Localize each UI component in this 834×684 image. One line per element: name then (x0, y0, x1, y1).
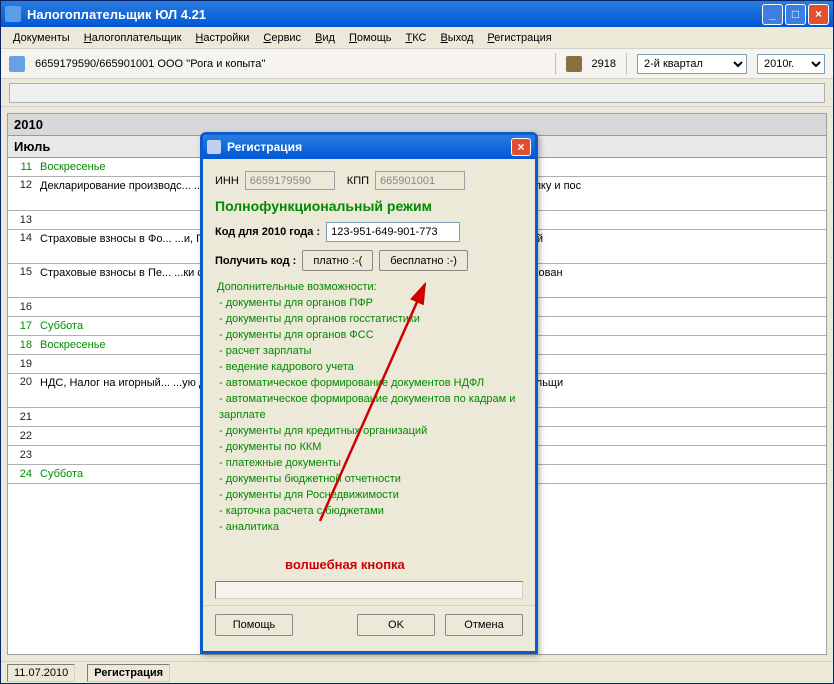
day-number: 17 (8, 320, 36, 332)
day-number: 11 (8, 161, 36, 173)
kpp-label: КПП (347, 175, 369, 187)
menu-item-3[interactable]: Сервис (257, 30, 307, 46)
statusbar: 11.07.2010 Регистрация (1, 661, 833, 683)
dialog-close-button[interactable]: × (511, 138, 531, 156)
feature-item: - автоматическое формирование документов… (217, 391, 523, 423)
feature-item: - документы бюджетной отчетности (217, 471, 523, 487)
features-header: Дополнительные возможности: (215, 279, 523, 295)
ifns-code: 2918 (592, 58, 616, 70)
info-bar (215, 581, 523, 599)
app-icon (5, 6, 21, 22)
toolbar: 6659179590/665901001 ООО ''Рога и копыта… (1, 49, 833, 79)
status-date: 11.07.2010 (7, 664, 75, 682)
dialog-footer: Помощь OK Отмена (203, 605, 535, 651)
feature-item: - ведение кадрового учета (217, 359, 523, 375)
org-text: 6659179590/665901001 ООО ''Рога и копыта… (35, 58, 545, 70)
user-icon (9, 56, 25, 72)
feature-item: - платежные документы (217, 455, 523, 471)
quarter-select[interactable]: 2-й квартал (637, 54, 747, 74)
search-input[interactable] (9, 83, 825, 103)
menu-item-0[interactable]: Документы (7, 30, 76, 46)
ok-button[interactable]: OK (357, 614, 435, 636)
feature-item: - документы для кредитных организаций (217, 423, 523, 439)
cancel-button[interactable]: Отмена (445, 614, 523, 636)
kpp-field (375, 171, 465, 190)
menubar: ДокументыНалогоплательщикНастройкиСервис… (1, 27, 833, 49)
menu-item-4[interactable]: Вид (309, 30, 341, 46)
status-mode: Регистрация (87, 664, 170, 682)
menu-item-6[interactable]: ТКС (399, 30, 432, 46)
features-list: Дополнительные возможности: - документы … (215, 279, 523, 535)
free-button[interactable]: бесплатно :-) (379, 250, 468, 271)
feature-item: - документы для Роснедвижимости (217, 487, 523, 503)
day-number: 15 (8, 266, 36, 278)
day-number: 22 (8, 430, 36, 442)
day-number: 18 (8, 339, 36, 351)
menu-item-7[interactable]: Выход (434, 30, 479, 46)
day-number: 16 (8, 301, 36, 313)
day-number: 24 (8, 468, 36, 480)
window-title: Налогоплательщик ЮЛ 4.21 (27, 7, 762, 22)
menu-item-5[interactable]: Помощь (343, 30, 398, 46)
feature-item: - расчет зарплаты (217, 343, 523, 359)
get-code-label: Получить код : (215, 255, 296, 267)
dialog-title: Регистрация (227, 140, 511, 154)
search-row (1, 79, 833, 107)
feature-item: - аналитика (217, 519, 523, 535)
day-number: 21 (8, 411, 36, 423)
menu-item-8[interactable]: Регистрация (481, 30, 557, 46)
dialog-titlebar: Регистрация × (203, 135, 535, 159)
separator (626, 53, 627, 75)
separator (555, 53, 556, 75)
inn-field (245, 171, 335, 190)
window-controls: _ □ × (762, 4, 829, 25)
minimize-button[interactable]: _ (762, 4, 783, 25)
day-number: 23 (8, 449, 36, 461)
code-input[interactable] (326, 222, 460, 242)
maximize-button[interactable]: □ (785, 4, 806, 25)
registration-dialog: Регистрация × ИНН КПП Полнофункциональны… (200, 132, 538, 654)
feature-item: - карточка расчета с бюджетами (217, 503, 523, 519)
feature-item: - автоматическое формирование документов… (217, 375, 523, 391)
day-number: 14 (8, 232, 36, 244)
help-button[interactable]: Помощь (215, 614, 293, 636)
titlebar: Налогоплательщик ЮЛ 4.21 _ □ × (1, 1, 833, 27)
day-number: 13 (8, 214, 36, 226)
dialog-icon (207, 140, 221, 154)
feature-item: - документы по ККМ (217, 439, 523, 455)
menu-item-1[interactable]: Налогоплательщик (78, 30, 188, 46)
building-icon (566, 56, 582, 72)
paid-button[interactable]: платно :-( (302, 250, 373, 271)
inn-label: ИНН (215, 175, 239, 187)
year-select[interactable]: 2010г. (757, 54, 825, 74)
feature-item: - документы для органов ПФР (217, 295, 523, 311)
day-number: 12 (8, 179, 36, 191)
day-number: 19 (8, 358, 36, 370)
close-button[interactable]: × (808, 4, 829, 25)
dialog-body: ИНН КПП Полнофункциональный режим Код дл… (203, 159, 535, 581)
code-label: Код для 2010 года : (215, 226, 320, 238)
feature-item: - документы для органов ФСС (217, 327, 523, 343)
mode-title: Полнофункциональный режим (215, 198, 523, 214)
magic-annotation: волшебная кнопка (285, 557, 523, 572)
day-number: 20 (8, 376, 36, 388)
menu-item-2[interactable]: Настройки (189, 30, 255, 46)
feature-item: - документы для органов госстатистики (217, 311, 523, 327)
